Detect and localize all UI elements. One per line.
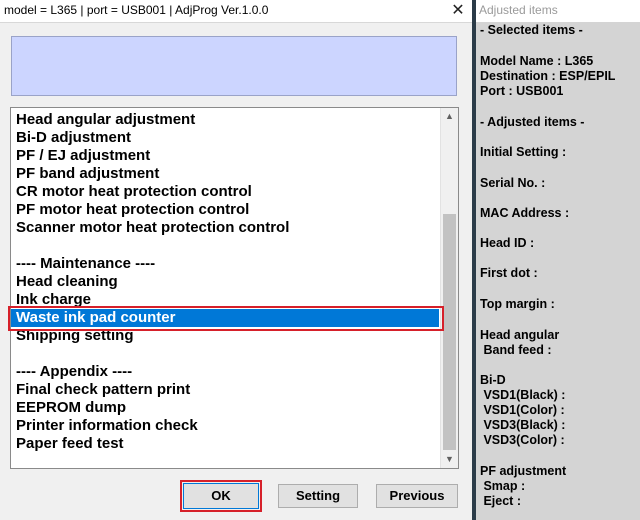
panel-line: VSD3(Color) : xyxy=(480,433,565,447)
list-item[interactable]: Final check pattern print xyxy=(11,381,439,399)
panel-line: Serial No. : xyxy=(480,176,546,190)
panel-line: Band feed : xyxy=(480,343,552,357)
list-item[interactable]: PF motor heat protection control xyxy=(11,201,439,219)
scroll-down-icon[interactable]: ▼ xyxy=(441,451,458,468)
close-icon[interactable]: ✕ xyxy=(444,0,472,22)
list-item[interactable]: Paper feed test xyxy=(11,435,439,453)
panel-line: Top margin : xyxy=(480,297,555,311)
list-item[interactable]: Bi-D adjustment xyxy=(11,129,439,147)
panel-title: Adjusted items xyxy=(476,0,640,22)
list-section-header: ---- Appendix ---- xyxy=(16,363,133,380)
ok-button-highlight-box xyxy=(180,480,262,512)
adjustment-listbox[interactable]: Head angular adjustment Bi-D adjustment PF… xyxy=(10,107,459,469)
adjprog-window: model = L365 | port = USB001 | AdjProg V… xyxy=(0,0,472,520)
panel-line: Model Name : L365 xyxy=(480,54,594,68)
panel-line: VSD1(Black) : xyxy=(480,388,566,402)
list-item[interactable]: Head cleaning xyxy=(11,273,439,291)
list-item[interactable]: Printer information check xyxy=(11,417,439,435)
list-scrollbar[interactable]: ▲ ▼ xyxy=(440,108,458,468)
list-item[interactable]: Scanner motor heat protection control xyxy=(11,219,439,237)
panel-line: Destination : ESP/EPIL xyxy=(480,69,616,83)
setting-button[interactable]: Setting xyxy=(278,484,358,508)
panel-line: Head angular xyxy=(480,328,560,342)
list-item[interactable]: EEPROM dump xyxy=(11,399,439,417)
panel-line: Bi-D xyxy=(480,373,506,387)
panel-line: First dot : xyxy=(480,266,538,280)
panel-line: VSD1(Color) : xyxy=(480,403,565,417)
list-item[interactable]: Head angular adjustment xyxy=(11,111,439,129)
list-item[interactable]: CR motor heat protection control xyxy=(11,183,439,201)
info-display-box xyxy=(11,36,457,96)
panel-line: PF adjustment xyxy=(480,464,567,478)
title-bar: model = L365 | port = USB001 | AdjProg V… xyxy=(0,0,472,23)
window-title: model = L365 | port = USB001 | AdjProg V… xyxy=(4,3,269,17)
panel-line: Eject : xyxy=(480,494,521,508)
panel-line: Initial Setting : xyxy=(480,145,567,159)
scroll-up-icon[interactable]: ▲ xyxy=(441,108,458,125)
panel-line: VSD3(Black) : xyxy=(480,418,566,432)
list-item[interactable]: PF / EJ adjustment xyxy=(11,147,439,165)
panel-line: Smap : xyxy=(480,479,526,493)
panel-line: Port : USB001 xyxy=(480,84,564,98)
panel-line: - Selected items - xyxy=(480,23,583,37)
adjusted-items-panel: Adjusted items - Selected items - Model … xyxy=(476,0,640,520)
scrollbar-thumb[interactable] xyxy=(443,214,456,450)
selected-item-highlight-box xyxy=(8,306,444,331)
previous-button[interactable]: Previous xyxy=(376,484,458,508)
list-items: Head angular adjustment Bi-D adjustment PF… xyxy=(11,111,439,453)
panel-line: MAC Address : xyxy=(480,206,570,220)
panel-line: - Adjusted items - xyxy=(480,115,585,129)
list-item[interactable]: PF band adjustment xyxy=(11,165,439,183)
list-section-header: ---- Maintenance ---- xyxy=(16,255,156,272)
panel-line: Head ID : xyxy=(480,236,535,250)
